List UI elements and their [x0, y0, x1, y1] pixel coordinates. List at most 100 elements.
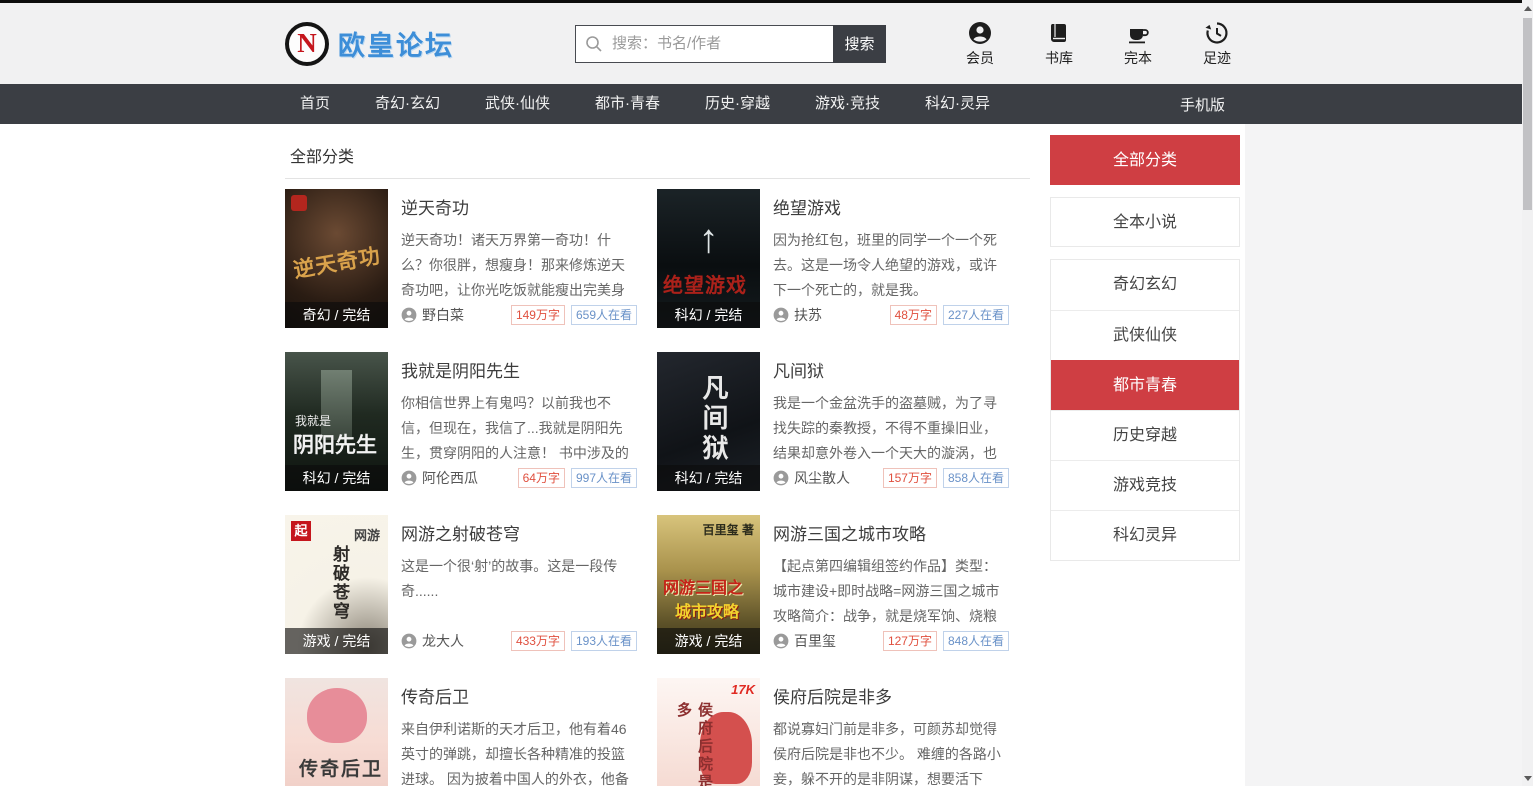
book-description: 我是一个金盆洗手的盗墓贼，为了寻找失踪的秦教授，不得不重操旧业，结果却意外卷入一… — [773, 391, 1009, 466]
nav-item-scifi[interactable]: 科幻·灵异 — [925, 84, 990, 124]
nav-item-home[interactable]: 首页 — [300, 84, 330, 124]
sidebar-item-history[interactable]: 历史穿越 — [1051, 410, 1239, 460]
finished-label: 完本 — [1124, 48, 1152, 68]
book-cover[interactable]: 我就是 阴阳先生 科幻 / 完结 — [285, 352, 388, 491]
scrollbar-thumb[interactable] — [1523, 18, 1532, 210]
cover-title-art: 阴阳先生 — [293, 429, 377, 459]
book-title[interactable]: 凡间狱 — [773, 357, 1009, 382]
book-description: 来自伊利诺斯的天才后卫，他有着46英寸的弹跳，却擅长各种精准的投篮进球。 因为披… — [401, 717, 637, 786]
book-description: 这是一个很‘射’的故事。这是一段传奇...... — [401, 554, 637, 629]
book-title[interactable]: 逆天奇功 — [401, 194, 637, 219]
book-title[interactable]: 网游三国之城市攻略 — [773, 520, 1009, 545]
sidebar-item-fantasy[interactable]: 奇幻玄幻 — [1051, 260, 1239, 310]
book-author: 龙大人 — [401, 631, 464, 651]
nav-item-fantasy[interactable]: 奇幻·玄幻 — [375, 84, 440, 124]
book-author: 阿伦西瓜 — [401, 468, 478, 488]
book-cover[interactable]: ↑ 绝望游戏 科幻 / 完结 — [657, 189, 760, 328]
cover-title-art: 凡间狱 — [695, 374, 732, 464]
book-cover[interactable]: 17K 侯府后院是非多 — [657, 678, 760, 786]
search-icon — [585, 35, 603, 53]
section-title: 全部分类 — [285, 124, 1030, 179]
cover-title-art-2: 城市攻略 — [675, 598, 739, 622]
library-link[interactable]: 书库 — [1038, 20, 1080, 68]
author-avatar-icon — [773, 633, 789, 649]
sidebar-item-game[interactable]: 游戏竞技 — [1051, 460, 1239, 510]
cup-icon — [1125, 20, 1151, 46]
book-cover[interactable]: 百里玺 著 网游三国之 城市攻略 游戏 / 完结 — [657, 515, 760, 654]
member-link[interactable]: 会员 — [959, 20, 1001, 68]
book-item: 凡间狱 科幻 / 完结 凡间狱 我是一个金盆洗手的盗墓贼，为了寻找失踪的秦教授，… — [657, 352, 1029, 491]
author-name: 扶苏 — [794, 305, 822, 325]
author-avatar-icon — [773, 470, 789, 486]
scrollbar-down-arrow[interactable] — [1522, 770, 1533, 786]
book-grid: 逆天奇功 奇幻 / 完结 逆天奇功 逆天奇功！诸天万界第一奇功！什么？你很胖，想… — [285, 179, 1030, 786]
author-name: 野白菜 — [422, 305, 464, 325]
cover-category-badge: 游戏 / 完结 — [657, 628, 760, 654]
book-description: 都说寡妇门前是非多，可颜苏却觉得侯府后院是非也不少。 难缠的各路小妾，躲不开的是… — [773, 717, 1009, 786]
book-title[interactable]: 绝望游戏 — [773, 194, 1009, 219]
book-title[interactable]: 传奇后卫 — [401, 683, 637, 708]
book-item: 传奇后卫 传奇后卫 来自伊利诺斯的天才后卫，他有着46英寸的弹跳，却擅长各种精准… — [285, 678, 657, 786]
search-input[interactable] — [575, 25, 833, 63]
vertical-scrollbar[interactable] — [1522, 0, 1533, 786]
cover-seal-icon — [291, 195, 307, 211]
book-item: ↑ 绝望游戏 科幻 / 完结 绝望游戏 因为抢红包，班里的同学一个一个死去。这是… — [657, 189, 1029, 328]
word-count-badge: 433万字 — [511, 631, 565, 651]
nav-item-game[interactable]: 游戏·竞技 — [815, 84, 880, 124]
nav-item-wuxia[interactable]: 武侠·仙侠 — [485, 84, 550, 124]
sidebar-category-group: 奇幻玄幻 武侠仙侠 都市青春 历史穿越 游戏竞技 科幻灵异 — [1050, 259, 1240, 561]
member-label: 会员 — [966, 48, 994, 68]
sidebar-item-complete-novels[interactable]: 全本小说 — [1050, 197, 1240, 247]
word-count-badge: 127万字 — [883, 631, 937, 651]
book-author: 野白菜 — [401, 305, 464, 325]
author-name: 龙大人 — [422, 631, 464, 651]
book-title[interactable]: 我就是阴阳先生 — [401, 357, 637, 382]
cover-category-badge: 科幻 / 完结 — [657, 302, 760, 328]
author-avatar-icon — [401, 633, 417, 649]
viewers-badge: 997人在看 — [571, 468, 637, 488]
library-label: 书库 — [1045, 48, 1073, 68]
finished-link[interactable]: 完本 — [1117, 20, 1159, 68]
cover-title-art: 传奇后卫 — [299, 754, 383, 781]
search-box: 搜索 — [575, 25, 886, 63]
viewers-badge: 858人在看 — [943, 468, 1009, 488]
book-icon — [1046, 20, 1072, 46]
sidebar-item-urban[interactable]: 都市青春 — [1051, 360, 1239, 410]
cover-title-art: 逆天奇功 — [291, 240, 383, 285]
nav-item-history[interactable]: 历史·穿越 — [705, 84, 770, 124]
sidebar-item-scifi[interactable]: 科幻灵异 — [1051, 510, 1239, 560]
author-avatar-icon — [401, 470, 417, 486]
cover-title-art: 射破苍穹 — [327, 545, 352, 621]
book-cover[interactable]: 传奇后卫 — [285, 678, 388, 786]
book-item: 逆天奇功 奇幻 / 完结 逆天奇功 逆天奇功！诸天万界第一奇功！什么？你很胖，想… — [285, 189, 657, 328]
author-name: 阿伦西瓜 — [422, 468, 478, 488]
author-name: 百里玺 — [794, 631, 836, 651]
word-count-badge: 149万字 — [511, 305, 565, 325]
site-logo[interactable]: N 欧皇论坛 — [285, 22, 454, 66]
sidebar-item-all-categories[interactable]: 全部分类 — [1050, 135, 1240, 185]
book-title[interactable]: 网游之射破苍穹 — [401, 520, 637, 545]
book-cover[interactable]: 凡间狱 科幻 / 完结 — [657, 352, 760, 491]
book-cover[interactable]: 逆天奇功 奇幻 / 完结 — [285, 189, 388, 328]
nav-item-mobile-version[interactable]: 手机版 — [1180, 94, 1225, 115]
viewers-badge: 659人在看 — [571, 305, 637, 325]
author-avatar-icon — [773, 307, 789, 323]
cover-title-art: 侯府后院是非多 — [673, 702, 715, 786]
nav-item-urban[interactable]: 都市·青春 — [595, 84, 660, 124]
book-item: 百里玺 著 网游三国之 城市攻略 游戏 / 完结 网游三国之城市攻略 【起点第四… — [657, 515, 1029, 654]
search-button[interactable]: 搜索 — [833, 25, 886, 63]
book-author: 百里玺 — [773, 631, 836, 651]
cover-category-badge: 科幻 / 完结 — [657, 465, 760, 491]
book-item: 17K 侯府后院是非多 侯府后院是非多 都说寡妇门前是非多，可颜苏却觉得侯府后院… — [657, 678, 1029, 786]
book-item: 起 网游 射破苍穹 游戏 / 完结 网游之射破苍穹 这是一个很‘射’的故事。这是… — [285, 515, 657, 654]
scrollbar-up-arrow[interactable] — [1522, 0, 1533, 16]
sidebar-item-wuxia[interactable]: 武侠仙侠 — [1051, 310, 1239, 360]
cover-category-badge: 奇幻 / 完结 — [285, 302, 388, 328]
book-cover[interactable]: 起 网游 射破苍穹 游戏 / 完结 — [285, 515, 388, 654]
author-name: 风尘散人 — [794, 468, 850, 488]
book-description: 因为抢红包，班里的同学一个一个死去。这是一场令人绝望的游戏，或许下一个死亡的，就… — [773, 228, 1009, 303]
book-title[interactable]: 侯府后院是非多 — [773, 683, 1009, 708]
cover-subtitle-art: 我就是 — [295, 412, 331, 429]
footprints-link[interactable]: 足迹 — [1196, 20, 1238, 68]
history-icon — [1204, 20, 1230, 46]
